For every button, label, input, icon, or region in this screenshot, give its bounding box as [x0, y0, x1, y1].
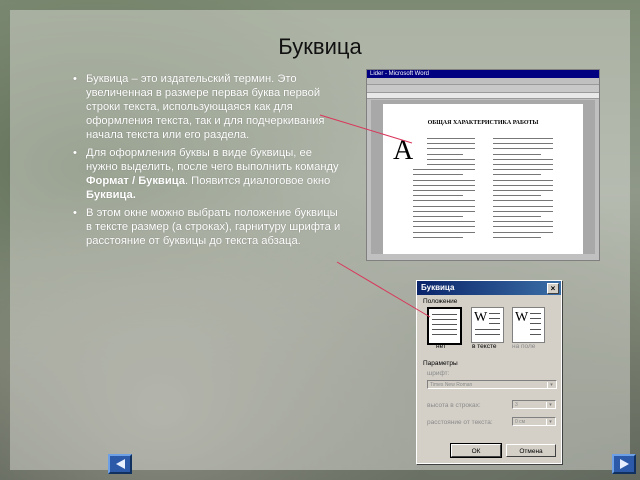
word-screenshot: Lider - Microsoft Word ОБЩАЯ ХАРАКТЕРИСТ… — [366, 69, 600, 261]
document-text-line — [493, 216, 541, 217]
document-text-line — [413, 195, 463, 197]
dropcap-preview-letter: W — [515, 310, 529, 325]
document-text-line — [413, 221, 475, 223]
document-text-line — [413, 184, 475, 186]
option-in-text-label: в тексте — [472, 343, 497, 350]
word-document-area: ОБЩАЯ ХАРАКТЕРИСТИКА РАБОТЫ А — [371, 100, 595, 254]
document-text-line — [427, 158, 475, 160]
close-button[interactable]: × — [547, 283, 559, 294]
ok-button[interactable]: ОК — [450, 443, 502, 458]
document-text-line — [413, 231, 475, 233]
document-text-line — [413, 190, 475, 191]
document-text-line — [427, 143, 475, 145]
document-text-line — [493, 195, 541, 197]
document-text-line — [493, 221, 553, 223]
document-text-line — [493, 226, 553, 228]
document-text-line — [413, 200, 475, 202]
document-text-line — [493, 174, 541, 176]
chevron-down-icon: ▾ — [546, 419, 554, 425]
document-text-line — [493, 190, 553, 191]
chevron-down-icon: ▾ — [547, 382, 555, 388]
forward-button[interactable] — [612, 454, 636, 474]
document-text-line — [493, 236, 541, 238]
document-text-line — [493, 169, 553, 171]
document-text-line — [493, 138, 553, 139]
bullet-text: Для оформления буквы в виде буквицы, ее … — [86, 147, 339, 173]
dialog-title: Буквица — [421, 283, 455, 292]
font-value: Times New Roman — [430, 382, 473, 388]
bullet-text: В этом окне можно выбрать положение букв… — [86, 207, 341, 247]
document-heading: ОБЩАЯ ХАРАКТЕРИСТИКА РАБОТЫ — [427, 120, 539, 126]
dropcap-dialog: Буквица × Положение W W нет в тексте на … — [416, 280, 562, 464]
slide-title: Буквица — [278, 34, 362, 59]
word-menubar — [367, 78, 599, 85]
document-text-line — [493, 231, 553, 233]
word-page: ОБЩАЯ ХАРАКТЕРИСТИКА РАБОТЫ А — [383, 104, 583, 254]
font-select[interactable]: Times New Roman ▾ — [427, 380, 557, 389]
dropcap-preview-letter: W — [474, 310, 488, 325]
document-text-line — [493, 143, 553, 145]
document-text-line — [427, 138, 475, 139]
dialog-titlebar: Буквица × — [417, 281, 561, 295]
document-text-line — [413, 169, 475, 171]
document-text-line — [493, 210, 553, 212]
document-text-line — [413, 179, 475, 181]
document-text-line — [493, 205, 553, 207]
height-value: 3 — [515, 402, 518, 408]
document-text-line — [493, 200, 553, 202]
word-toolbar — [367, 85, 599, 93]
word-ruler — [367, 93, 599, 99]
document-text-line — [413, 205, 475, 207]
distance-value: 0 см — [515, 419, 526, 425]
font-label: шрифт: — [427, 370, 450, 377]
bullet-item: Для оформления буквы в виде буквицы, ее … — [73, 146, 346, 202]
bullet-item: Буквица – это издательский термин. Это у… — [73, 72, 346, 142]
document-text-line — [413, 210, 475, 212]
height-label: высота в строках: — [427, 402, 481, 409]
bullet-dialog-name: Буквица. — [86, 189, 136, 201]
word-titlebar: Lider - Microsoft Word — [367, 70, 599, 78]
document-text-line — [493, 184, 553, 186]
option-in-margin-label: на поле — [512, 343, 536, 350]
bullet-list: Буквица – это издательский термин. Это у… — [73, 72, 346, 252]
bullet-command: Формат / Буквица — [86, 175, 185, 187]
height-stepper[interactable]: 3 ▾ — [512, 400, 556, 409]
arrow-right-icon — [620, 459, 629, 469]
document-text-line — [427, 148, 475, 150]
drop-cap-letter: А — [393, 135, 414, 166]
arrow-left-icon — [116, 459, 125, 469]
document-text-line — [427, 164, 475, 165]
back-button[interactable] — [108, 454, 132, 474]
position-label: Положение — [423, 298, 458, 305]
bullet-text: . Появится диалоговое окно — [184, 175, 331, 187]
document-text-line — [493, 164, 553, 165]
option-in-text[interactable]: W — [471, 307, 504, 343]
bullet-item: В этом окне можно выбрать положение букв… — [73, 206, 346, 248]
option-none-label: нет — [436, 343, 446, 350]
document-text-line — [493, 148, 553, 150]
document-text-line — [413, 236, 463, 238]
document-text-line — [493, 179, 553, 181]
distance-stepper[interactable]: 0 см ▾ — [512, 417, 556, 426]
document-text-line — [413, 226, 475, 228]
option-none[interactable] — [427, 307, 462, 345]
chevron-down-icon: ▾ — [546, 402, 554, 408]
document-text-line — [413, 174, 463, 176]
cancel-button[interactable]: Отмена — [506, 444, 556, 457]
distance-label: расстояние от текста: — [427, 419, 493, 426]
document-text-line — [493, 158, 553, 160]
document-text-line — [427, 153, 463, 155]
document-text-line — [413, 216, 463, 217]
params-label: Параметры — [423, 360, 458, 367]
bullet-text: Буквица – это издательский термин. Это у… — [86, 73, 325, 141]
option-in-margin[interactable]: W — [512, 307, 545, 343]
document-text-line — [493, 153, 541, 155]
